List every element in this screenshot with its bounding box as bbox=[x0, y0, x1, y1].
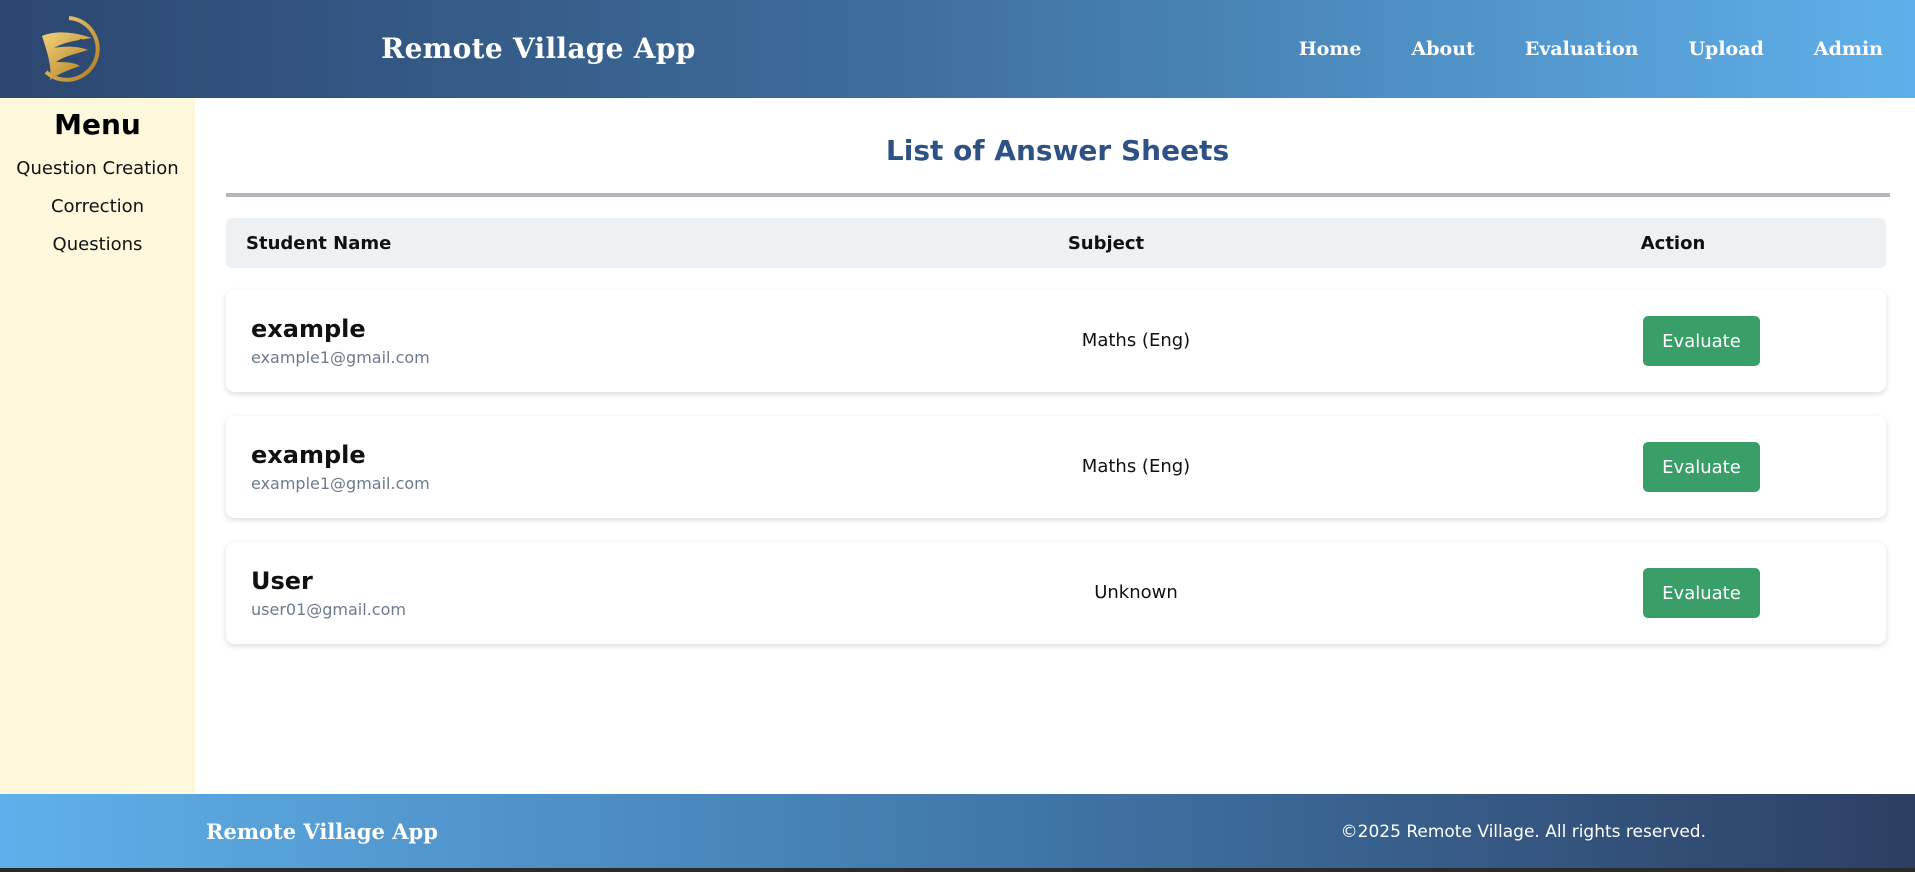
subject-cell: Unknown bbox=[1094, 582, 1178, 603]
student-name: example bbox=[251, 441, 366, 469]
student-email: user01@gmail.com bbox=[251, 600, 406, 619]
top-nav: Home About Evaluation Upload Admin bbox=[1299, 38, 1883, 60]
table-row: User user01@gmail.com Unknown Evaluate bbox=[226, 542, 1886, 644]
sidebar-title: Menu bbox=[54, 108, 141, 141]
subject-cell: Maths (Eng) bbox=[1081, 330, 1191, 351]
subject-cell: Maths (Eng) bbox=[1081, 456, 1191, 477]
column-header-action: Action bbox=[1640, 233, 1706, 254]
table-header: Student Name Subject Action bbox=[226, 218, 1886, 268]
footer: Remote Village App ©2025 Remote Village.… bbox=[0, 794, 1915, 868]
footer-title: Remote Village App bbox=[206, 819, 438, 844]
sidebar-item-correction[interactable]: Correction bbox=[0, 196, 195, 217]
column-header-subject: Subject bbox=[1067, 233, 1145, 254]
nav-home[interactable]: Home bbox=[1299, 38, 1362, 60]
sidebar-item-questions[interactable]: Questions bbox=[0, 234, 195, 255]
title-divider bbox=[226, 193, 1890, 197]
nav-evaluation[interactable]: Evaluation bbox=[1525, 38, 1639, 60]
eagle-logo-icon[interactable] bbox=[34, 14, 104, 84]
app-title: Remote Village App bbox=[381, 32, 696, 65]
sidebar: Menu Question Creation Correction Questi… bbox=[0, 98, 195, 794]
evaluate-button[interactable]: Evaluate bbox=[1643, 316, 1760, 366]
main-content: List of Answer Sheets Student Name Subje… bbox=[195, 98, 1915, 794]
nav-admin[interactable]: Admin bbox=[1814, 38, 1883, 60]
nav-about[interactable]: About bbox=[1412, 38, 1475, 60]
nav-upload[interactable]: Upload bbox=[1688, 38, 1763, 60]
footer-copyright: ©2025 Remote Village. All rights reserve… bbox=[1340, 822, 1706, 842]
bottom-strip bbox=[0, 868, 1915, 872]
table-row: example example1@gmail.com Maths (Eng) E… bbox=[226, 416, 1886, 518]
column-header-student-name: Student Name bbox=[246, 233, 392, 254]
student-name: User bbox=[251, 567, 313, 595]
table-row: example example1@gmail.com Maths (Eng) E… bbox=[226, 290, 1886, 392]
student-name: example bbox=[251, 315, 366, 343]
page-title: List of Answer Sheets bbox=[885, 134, 1230, 167]
evaluate-button[interactable]: Evaluate bbox=[1643, 442, 1760, 492]
evaluate-button[interactable]: Evaluate bbox=[1643, 568, 1760, 618]
top-header: Remote Village App Home About Evaluation… bbox=[0, 0, 1915, 98]
student-email: example1@gmail.com bbox=[251, 474, 430, 493]
student-email: example1@gmail.com bbox=[251, 348, 430, 367]
sidebar-item-question-creation[interactable]: Question Creation bbox=[0, 158, 195, 179]
